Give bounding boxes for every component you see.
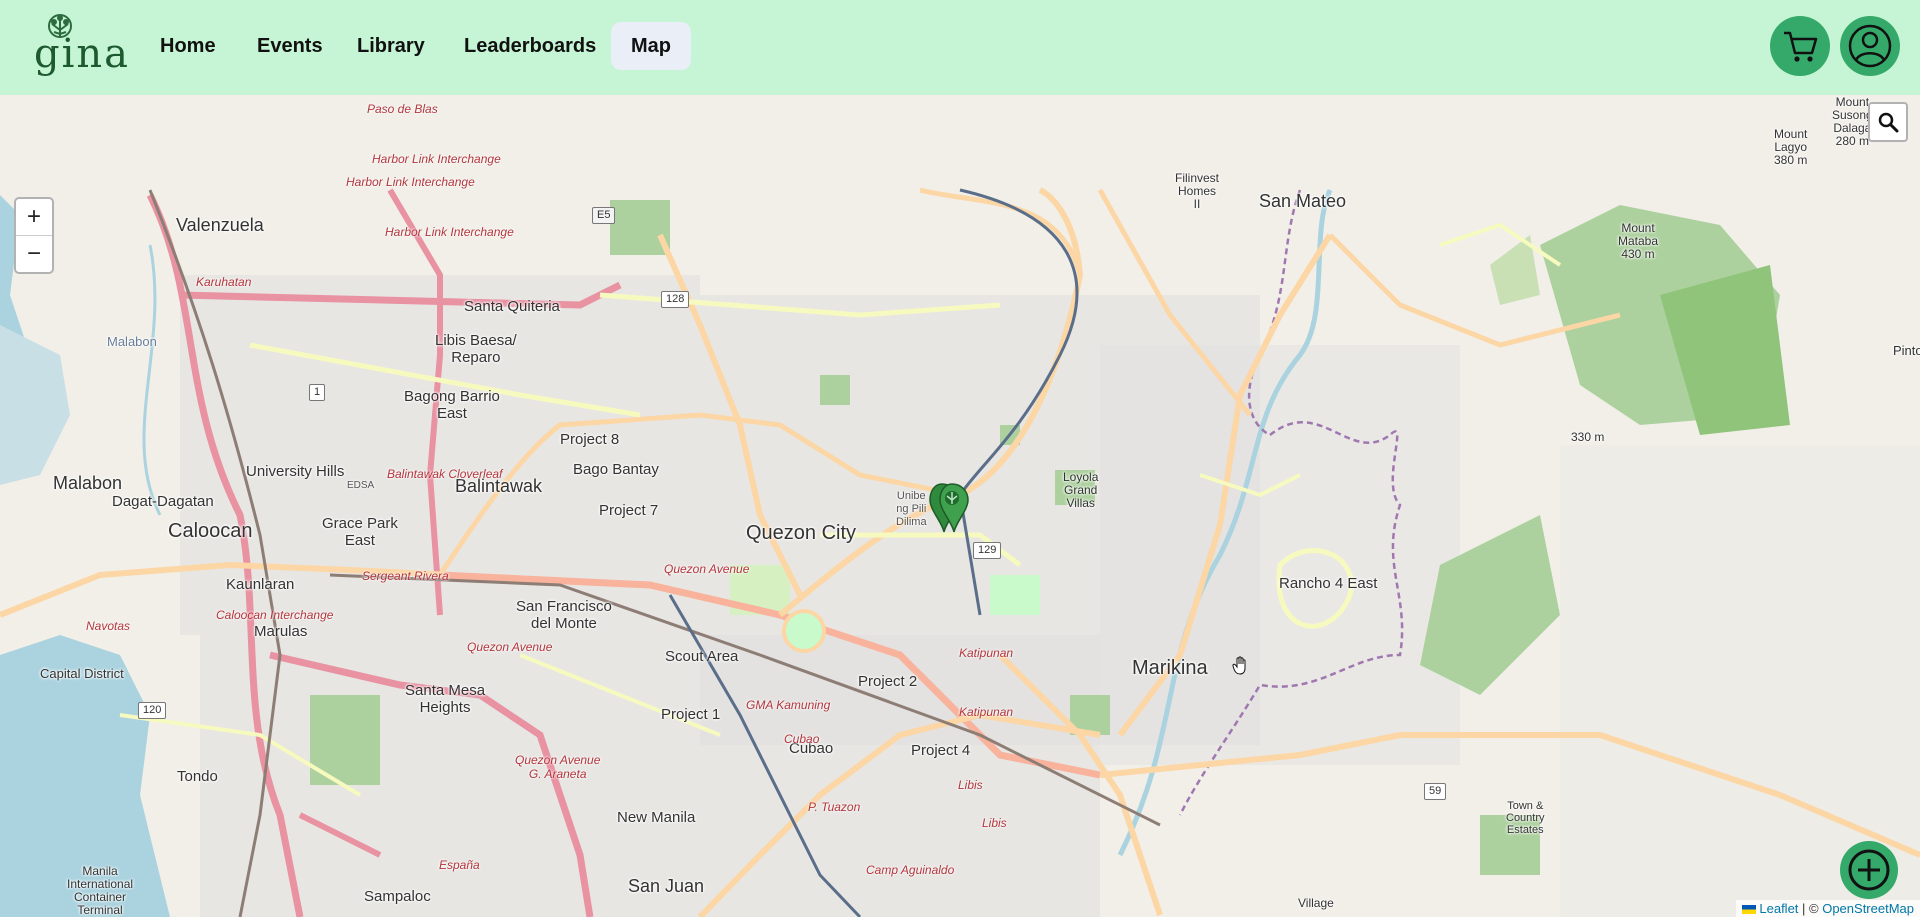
attribution-separator: | © [1798, 901, 1823, 916]
add-location-button[interactable] [1840, 841, 1898, 899]
label-university-hills: University Hills [246, 463, 345, 480]
road-sergeant-rivera: Sergeant Rivera [362, 569, 449, 583]
label-filinvest: Filinvest Homes II [1175, 171, 1220, 211]
label-project2: Project 2 [858, 673, 918, 690]
label-project1: Project 1 [661, 706, 721, 723]
label-san-juan: San Juan [628, 876, 705, 896]
label-mount-susong: Mount Susong Dalaga 280 m [1832, 95, 1873, 148]
label-tondo: Tondo [177, 768, 218, 785]
road-p-tuazon: P. Tuazon [808, 800, 861, 814]
label-bagong-barrio: Bagong Barrio East [404, 388, 500, 422]
label-navotas: Navotas [86, 619, 131, 633]
label-libis-baesa: Libis Baesa/ Reparo [435, 332, 517, 366]
road-balintawak-cloverleaf: Balintawak Cloverleaf [387, 467, 503, 481]
road-cubao: Cubao [784, 732, 820, 746]
logo-text: gina [34, 31, 131, 77]
road-caloocan-interchange: Caloocan Interchange [216, 608, 334, 622]
label-kaunlaran: Kaunlaran [226, 576, 295, 593]
zoom-in-button[interactable]: + [16, 199, 52, 236]
leaflet-link[interactable]: Leaflet [1759, 901, 1798, 916]
shield-1: 1 [309, 384, 326, 401]
shield-128: 128 [661, 291, 690, 308]
label-scout-area: Scout Area [665, 648, 739, 665]
label-dagat-dagatan: Dagat-Dagatan [112, 493, 214, 510]
label-santa-quiteria: Santa Quiteria [464, 298, 560, 315]
plus-circle-icon [1848, 849, 1890, 891]
road-quezon-avenue-2: Quezon Avenue [467, 640, 553, 654]
label-rancho: Rancho 4 East [1279, 575, 1378, 592]
osm-link[interactable]: OpenStreetMap [1822, 901, 1914, 916]
label-caloocan: Caloocan [168, 520, 253, 542]
label-elev-330: 330 m [1571, 430, 1605, 444]
road-paso-de-blas: Paso de Blas [367, 102, 438, 116]
nav-library[interactable]: Library [337, 22, 445, 70]
label-santa-mesa: Santa Mesa Heights [405, 682, 486, 716]
label-marikina: Marikina [1132, 657, 1208, 679]
label-new-manila: New Manila [617, 809, 696, 826]
road-quezon-avenue-araneta: Quezon Avenue G. Araneta [515, 753, 601, 781]
search-icon [1878, 112, 1899, 133]
road-espana: España [439, 858, 480, 872]
label-mount-lagyo: Mount Lagyo 380 m [1774, 127, 1808, 167]
cart-icon [1784, 31, 1818, 62]
label-capital-district: Capital District [40, 666, 124, 681]
road-libis-2: Libis [982, 816, 1007, 830]
label-valenzuela: Valenzuela [176, 215, 264, 235]
label-marulas: Marulas [254, 623, 308, 640]
label-quezon-city: Quezon City [746, 522, 857, 544]
label-town-country: Town & Country Estates [1506, 800, 1545, 836]
label-sampaloc: Sampaloc [364, 888, 431, 905]
map-pin-icon [929, 483, 969, 533]
nav-home[interactable]: Home [140, 22, 236, 70]
map-attribution: Leaflet | © OpenStreetMap [1735, 900, 1920, 917]
ukraine-flag-icon [1741, 905, 1756, 915]
label-malabon-water: Malabon [107, 334, 157, 349]
nav-events[interactable]: Events [237, 22, 343, 70]
road-katipunan-2: Katipunan [959, 705, 1014, 719]
road-harbor-3: Harbor Link Interchange [385, 225, 514, 239]
user-icon [1848, 24, 1892, 68]
road-harbor-1: Harbor Link Interchange [372, 152, 501, 166]
label-san-mateo: San Mateo [1259, 191, 1347, 211]
road-camp-aguinaldo: Camp Aguinaldo [866, 863, 955, 877]
profile-button[interactable] [1840, 16, 1900, 76]
label-pinto: Pinto [1893, 343, 1920, 358]
road-quezon-avenue: Quezon Avenue [664, 562, 750, 576]
label-village: Village [1298, 896, 1334, 910]
road-edsa: EDSA [347, 480, 375, 491]
gina-logo[interactable]: gina [30, 12, 128, 80]
label-bago-bantay: Bago Bantay [573, 461, 659, 478]
label-manila-container: Manila International Container Terminal [67, 864, 134, 917]
label-loyola: Loyola Grand Villas [1063, 470, 1099, 510]
shield-59: 59 [1424, 783, 1447, 800]
label-project7: Project 7 [599, 502, 659, 519]
map-marker[interactable] [928, 480, 972, 536]
road-harbor-2: Harbor Link Interchange [346, 175, 475, 189]
shield-120: 120 [138, 702, 167, 719]
cart-button[interactable] [1770, 16, 1830, 76]
hand-cursor-icon [1232, 656, 1250, 681]
label-san-francisco: San Francisco del Monte [516, 598, 612, 632]
map-view[interactable]: Valenzuela Malabon Caloocan Quezon City … [0, 95, 1920, 917]
shield-e5: E5 [592, 207, 616, 224]
label-project4: Project 4 [911, 742, 971, 759]
road-katipunan-1: Katipunan [959, 646, 1014, 660]
road-libis-1: Libis [958, 778, 983, 792]
label-mount-mataba: Mount Mataba 430 m [1618, 221, 1659, 261]
road-gma-kamuning: GMA Kamuning [746, 698, 831, 712]
label-up-diliman: Unibe ng Pili Dilima [896, 490, 927, 528]
zoom-control: + − [14, 197, 54, 274]
label-project8: Project 8 [560, 431, 620, 448]
nav-map[interactable]: Map [611, 22, 691, 70]
shield-129: 129 [973, 542, 1002, 559]
map-search-button[interactable] [1868, 102, 1908, 142]
label-grace-park: Grace Park East [322, 515, 398, 549]
nav-leaderboards[interactable]: Leaderboards [444, 22, 616, 70]
label-karuhatan: Karuhatan [196, 275, 252, 289]
label-malabon: Malabon [53, 473, 123, 493]
zoom-out-button[interactable]: − [16, 236, 52, 272]
top-navbar: gina Home Events Library Leaderboards Ma… [0, 0, 1920, 95]
